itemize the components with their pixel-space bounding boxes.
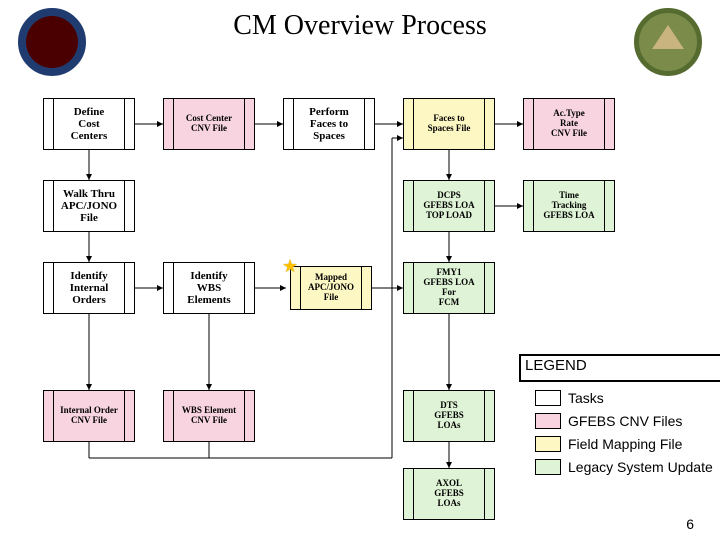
box-perform-faces-to-spaces: PerformFaces toSpaces [283, 98, 375, 150]
box-dts-loa: DTSGFEBSLOAs [403, 390, 495, 442]
legend-row-cnv: GFEBS CNV Files [535, 413, 682, 429]
star-icon: ★ [282, 256, 298, 277]
box-faces-to-spaces-file: Faces toSpaces File [403, 98, 495, 150]
legend-row-legacy: Legacy System Update [535, 459, 713, 475]
box-walk-thru-apc: Walk ThruAPC/JONOFile [43, 180, 135, 232]
legend-row-mapping: Field Mapping File [535, 436, 682, 452]
box-axol-loa: AXOLGFEBSLOAs [403, 468, 495, 520]
page-number: 6 [686, 516, 694, 532]
box-time-tracking-loa: TimeTrackingGFEBS LOA [523, 180, 615, 232]
box-identify-internal-orders: IdentifyInternalOrders [43, 262, 135, 314]
legend-swatch-cnv [535, 413, 561, 429]
legend-swatch-tasks [535, 390, 561, 406]
legend-swatch-mapping [535, 436, 561, 452]
box-identify-wbs: IdentifyWBSElements [163, 262, 255, 314]
legend-title: LEGEND [525, 357, 587, 374]
box-cost-center-cnv: Cost CenterCNV File [163, 98, 255, 150]
box-fmy1-loa: FMY1GFEBS LOAForFCM [403, 262, 495, 314]
box-mapped-apc: MappedAPC/JONOFile [290, 266, 372, 310]
box-wbs-element-cnv: WBS ElementCNV File [163, 390, 255, 442]
box-define-cost-centers: DefineCostCenters [43, 98, 135, 150]
legend-swatch-legacy [535, 459, 561, 475]
box-internal-order-cnv: Internal OrderCNV File [43, 390, 135, 442]
box-actype-rate-cnv: Ac.TypeRateCNV File [523, 98, 615, 150]
box-dcps-loa: DCPSGFEBS LOATOP LOAD [403, 180, 495, 232]
legend-row-tasks: Tasks [535, 390, 604, 406]
